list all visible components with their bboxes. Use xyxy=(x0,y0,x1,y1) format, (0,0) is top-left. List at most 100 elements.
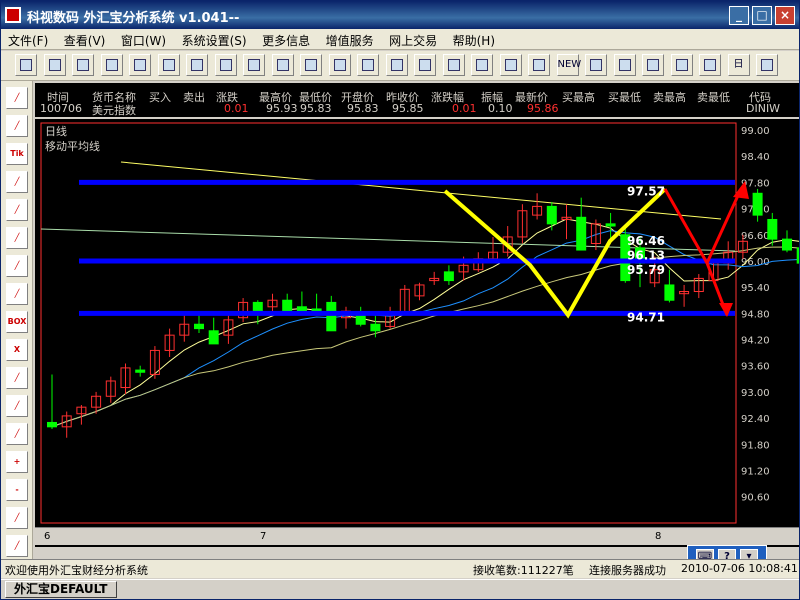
table-icon[interactable] xyxy=(243,54,265,76)
save-icon[interactable] xyxy=(100,54,123,76)
menu-window[interactable]: 窗口(W) xyxy=(114,29,171,49)
box-tool-icon[interactable]: BOX xyxy=(6,311,28,333)
grid-icon[interactable] xyxy=(214,54,237,76)
line-tool-icon[interactable]: ╱ xyxy=(6,87,28,109)
quote-header: 买最低 xyxy=(608,91,641,104)
ma20-line xyxy=(51,246,799,428)
menu-online-trading[interactable]: 网上交易 xyxy=(382,29,442,49)
curve-tool-icon[interactable]: ╱ xyxy=(6,423,28,445)
candle-down xyxy=(443,271,454,282)
folder-icon[interactable] xyxy=(72,54,94,76)
new-icon[interactable] xyxy=(15,54,37,76)
menu-value-added[interactable]: 增值服务 xyxy=(319,29,379,49)
price-annotation: 95.79 xyxy=(627,263,665,277)
fib-tool-icon[interactable]: ╱ xyxy=(6,283,28,305)
window-icon[interactable] xyxy=(300,54,322,76)
price-tick-label: 92.40 xyxy=(741,414,770,425)
arrow-tool-icon[interactable]: ╱ xyxy=(6,199,28,221)
menu-help[interactable]: 帮助(H) xyxy=(446,29,500,49)
up-icon[interactable] xyxy=(585,54,607,76)
quote-amplitude: 0.10 xyxy=(488,102,513,115)
menu-file[interactable]: 文件(F) xyxy=(1,29,53,49)
print-icon[interactable] xyxy=(186,54,208,76)
eraser-tool-icon[interactable]: ╱ xyxy=(6,367,28,389)
forecast-down-arrow xyxy=(663,188,709,264)
drawing-toolbar: ╱ ╱ Tik ╱ ╱ ╱ ╱ ╱ BOX X ╱ ╱ ╱ + - ╱ ╱ xyxy=(1,81,33,561)
minimize-button[interactable]: _ xyxy=(729,6,749,25)
calc-tool-icon[interactable]: ╱ xyxy=(6,535,28,557)
quote-header: 卖最高 xyxy=(653,91,686,104)
menu-view[interactable]: 查看(V) xyxy=(57,29,111,49)
quote-bar: 时间 货币名称 买入 卖出 涨跌 最高价 最低价 开盘价 昨收价 涨跌幅 振幅 最新价 买最高 买最低 卖最… xyxy=(35,83,799,117)
cursor-icon[interactable] xyxy=(442,54,465,76)
menu-more-info[interactable]: 更多信息 xyxy=(255,29,315,49)
price-tick-label: 94.80 xyxy=(741,309,770,320)
zoom-out-tool-icon[interactable]: - xyxy=(6,479,28,501)
quote-change: 0.01 xyxy=(224,102,249,115)
x-label-july: 7 xyxy=(260,531,267,542)
candle-down xyxy=(576,216,587,251)
quote-latest: 95.86 xyxy=(527,102,559,115)
copy-icon[interactable] xyxy=(129,54,151,76)
chart2-icon[interactable] xyxy=(699,54,721,76)
trend-tool-icon[interactable]: ╱ xyxy=(6,507,28,529)
status-datetime: 2010-07-06 10:08:41 xyxy=(681,562,798,575)
layout-icon[interactable] xyxy=(271,54,294,76)
price-tick-label: 93.60 xyxy=(741,362,770,373)
candle-down xyxy=(546,205,557,225)
maximize-button[interactable]: □ xyxy=(752,6,772,25)
price-tick-label: 94.20 xyxy=(741,336,770,347)
paste-icon[interactable] xyxy=(157,54,180,76)
delete-tool-icon[interactable]: X xyxy=(6,339,28,361)
clock-icon[interactable] xyxy=(499,54,522,76)
menu-settings[interactable]: 系统设置(S) xyxy=(175,29,252,49)
close-button[interactable]: × xyxy=(775,6,795,25)
news-icon[interactable]: NEW xyxy=(556,54,581,76)
fan-tool-icon[interactable]: ╱ xyxy=(6,115,28,137)
report-icon[interactable] xyxy=(357,54,379,76)
day-icon[interactable]: 日 xyxy=(727,54,750,76)
calc-icon[interactable] xyxy=(528,54,550,76)
tik-tool-icon[interactable]: Tik xyxy=(6,143,28,165)
price-chart[interactable]: 日线 移动平均线 99.0098.4097.8097.2096.6096.009… xyxy=(35,119,799,547)
open-icon[interactable] xyxy=(43,54,66,76)
quote-change-pct: 0.01 xyxy=(452,102,477,115)
price-tick-label: 91.80 xyxy=(741,440,770,451)
window-title: 科视数码 外汇宝分析系统 v1.041-- xyxy=(27,11,240,26)
channel-tool-icon[interactable]: ╱ xyxy=(6,171,28,193)
warning-icon[interactable] xyxy=(670,54,693,76)
tile-icon[interactable] xyxy=(756,54,778,76)
candle-down xyxy=(605,223,616,227)
quote-open: 95.83 xyxy=(347,102,379,115)
price-tick-label: 95.40 xyxy=(741,283,770,294)
status-bar: 欢迎使用外汇宝财经分析系统 接收笔数:111227笔 连接服务器成功 2010-… xyxy=(1,559,799,578)
doc-icon[interactable] xyxy=(642,54,664,76)
zoom-in-tool-icon[interactable]: + xyxy=(6,451,28,473)
price-tick-label: 98.40 xyxy=(741,152,770,163)
price-tick-label: 91.20 xyxy=(741,466,770,477)
status-server: 连接服务器成功 xyxy=(589,564,666,577)
candle-down xyxy=(135,369,146,373)
pen-tool-icon[interactable]: ╱ xyxy=(6,227,28,249)
app-icon xyxy=(5,7,21,23)
candle-down xyxy=(664,284,675,301)
price-tick-label: 90.60 xyxy=(741,493,770,504)
zoom-tool-icon[interactable]: ╱ xyxy=(6,395,28,417)
price-tick-label: 99.00 xyxy=(741,126,770,137)
x-label-aug: 8 xyxy=(655,531,662,542)
task-default[interactable]: 外汇宝DEFAULT xyxy=(5,581,117,598)
quote-prev-close: 95.85 xyxy=(392,102,424,115)
chart-icon[interactable] xyxy=(328,54,351,76)
candle-down xyxy=(194,323,204,330)
candle-down xyxy=(767,218,778,240)
quote-header: 买入 xyxy=(149,91,171,104)
draw-tool-icon[interactable]: ╱ xyxy=(6,255,28,277)
book-icon[interactable] xyxy=(385,54,408,76)
quote-header: 卖出 xyxy=(183,91,205,104)
down-icon[interactable] xyxy=(613,54,636,76)
candle-down xyxy=(208,330,219,345)
trend-icon[interactable] xyxy=(414,54,436,76)
price-annotation: 94.71 xyxy=(627,310,665,324)
grid2-icon[interactable] xyxy=(471,54,493,76)
price-annotation: 96.46 xyxy=(627,234,665,248)
